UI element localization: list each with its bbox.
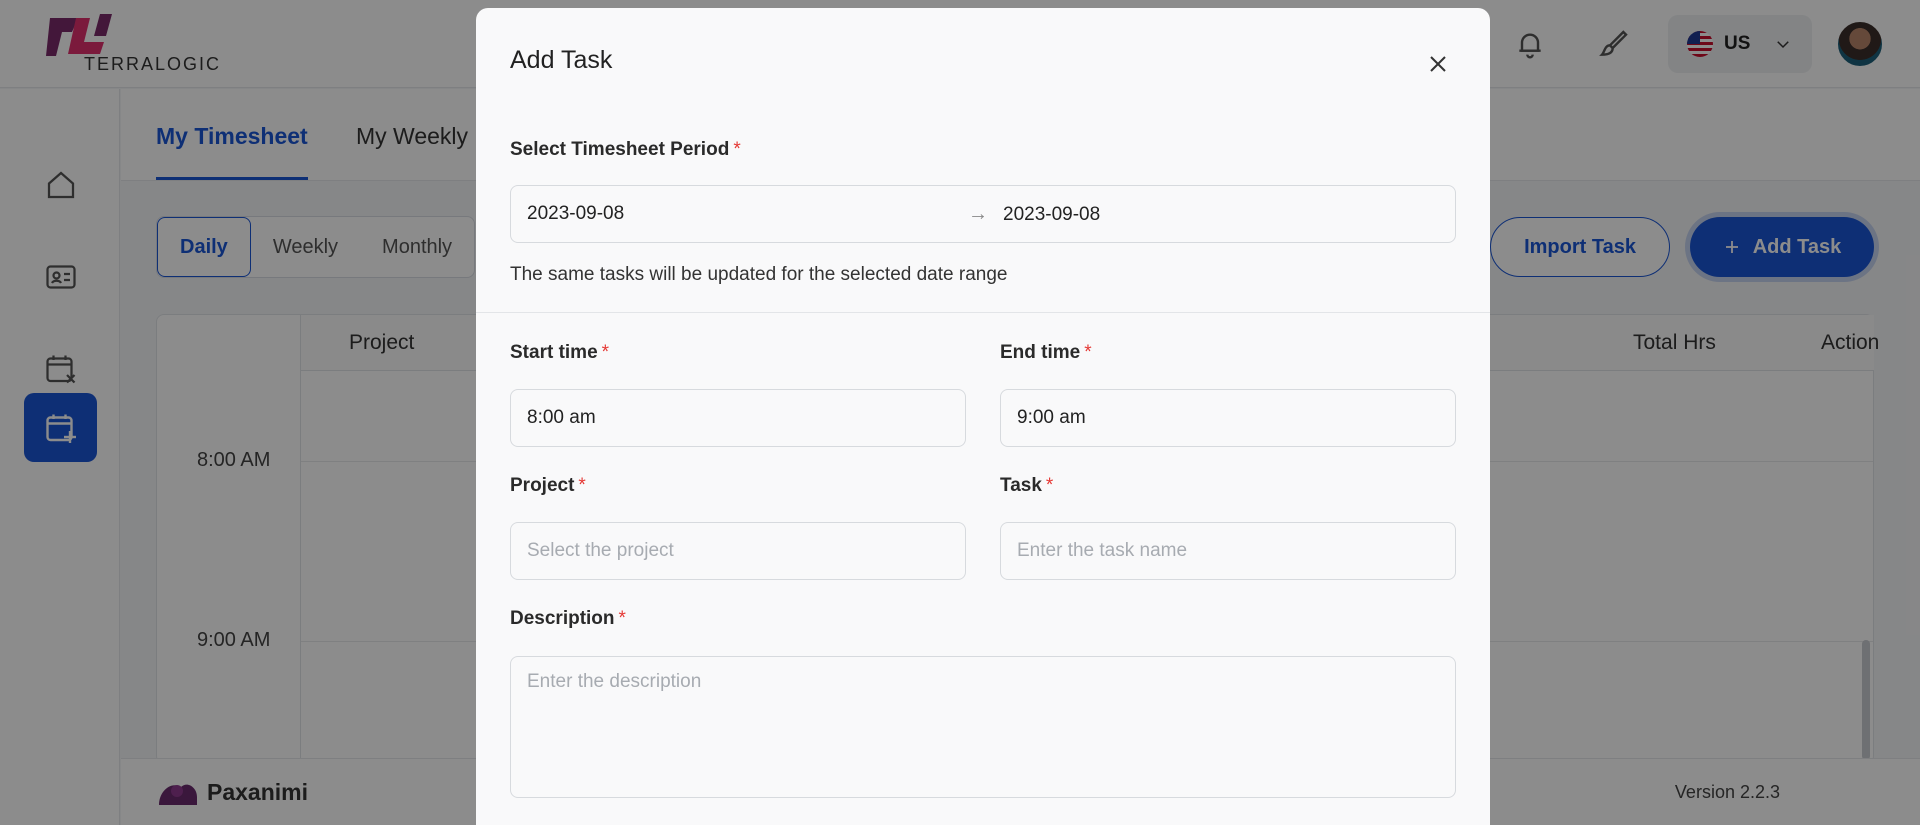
description-placeholder: Enter the description (527, 671, 702, 692)
task-label-text: Task (1000, 475, 1042, 496)
task-label: Task * (1000, 475, 1053, 497)
description-label-text: Description (510, 608, 615, 629)
description-textarea[interactable]: Enter the description (510, 656, 1456, 798)
required-mark: * (601, 342, 610, 363)
end-time-label: End time * (1000, 342, 1092, 364)
end-time-field[interactable]: 9:00 am (1000, 389, 1456, 447)
end-time-label-text: End time (1000, 342, 1081, 363)
add-task-modal: Add Task Select Timesheet Period * 2023-0… (476, 8, 1490, 825)
project-label-text: Project (510, 475, 575, 496)
project-label: Project * (510, 475, 586, 497)
start-time-label-text: Start time (510, 342, 598, 363)
required-mark: * (618, 608, 626, 629)
period-label-text: Select Timesheet Period (510, 139, 730, 160)
start-time-field[interactable]: 8:00 am (510, 389, 966, 447)
close-icon[interactable] (1422, 48, 1454, 80)
description-label: Description * (510, 608, 626, 630)
project-placeholder: Select the project (527, 540, 674, 561)
task-placeholder: Enter the task name (1017, 540, 1188, 561)
required-mark: * (578, 475, 586, 496)
end-time-value: 9:00 am (1017, 407, 1086, 428)
arrow-right-icon: → (968, 203, 988, 225)
modal-divider (476, 312, 1490, 313)
modal-title: Add Task (510, 46, 613, 74)
task-name-input[interactable]: Enter the task name (1000, 522, 1456, 580)
required-mark: * (1084, 342, 1092, 363)
period-end-value[interactable]: 2023-09-08 (1003, 204, 1100, 226)
project-select[interactable]: Select the project (510, 522, 966, 580)
required-mark: * (733, 139, 741, 160)
period-label: Select Timesheet Period * (510, 139, 741, 161)
required-mark: * (1045, 475, 1054, 496)
period-start-value: 2023-09-08 (527, 203, 625, 224)
period-hint: The same tasks will be updated for the s… (510, 264, 1008, 285)
start-time-value: 8:00 am (527, 407, 596, 428)
start-time-label: Start time * (510, 342, 609, 364)
